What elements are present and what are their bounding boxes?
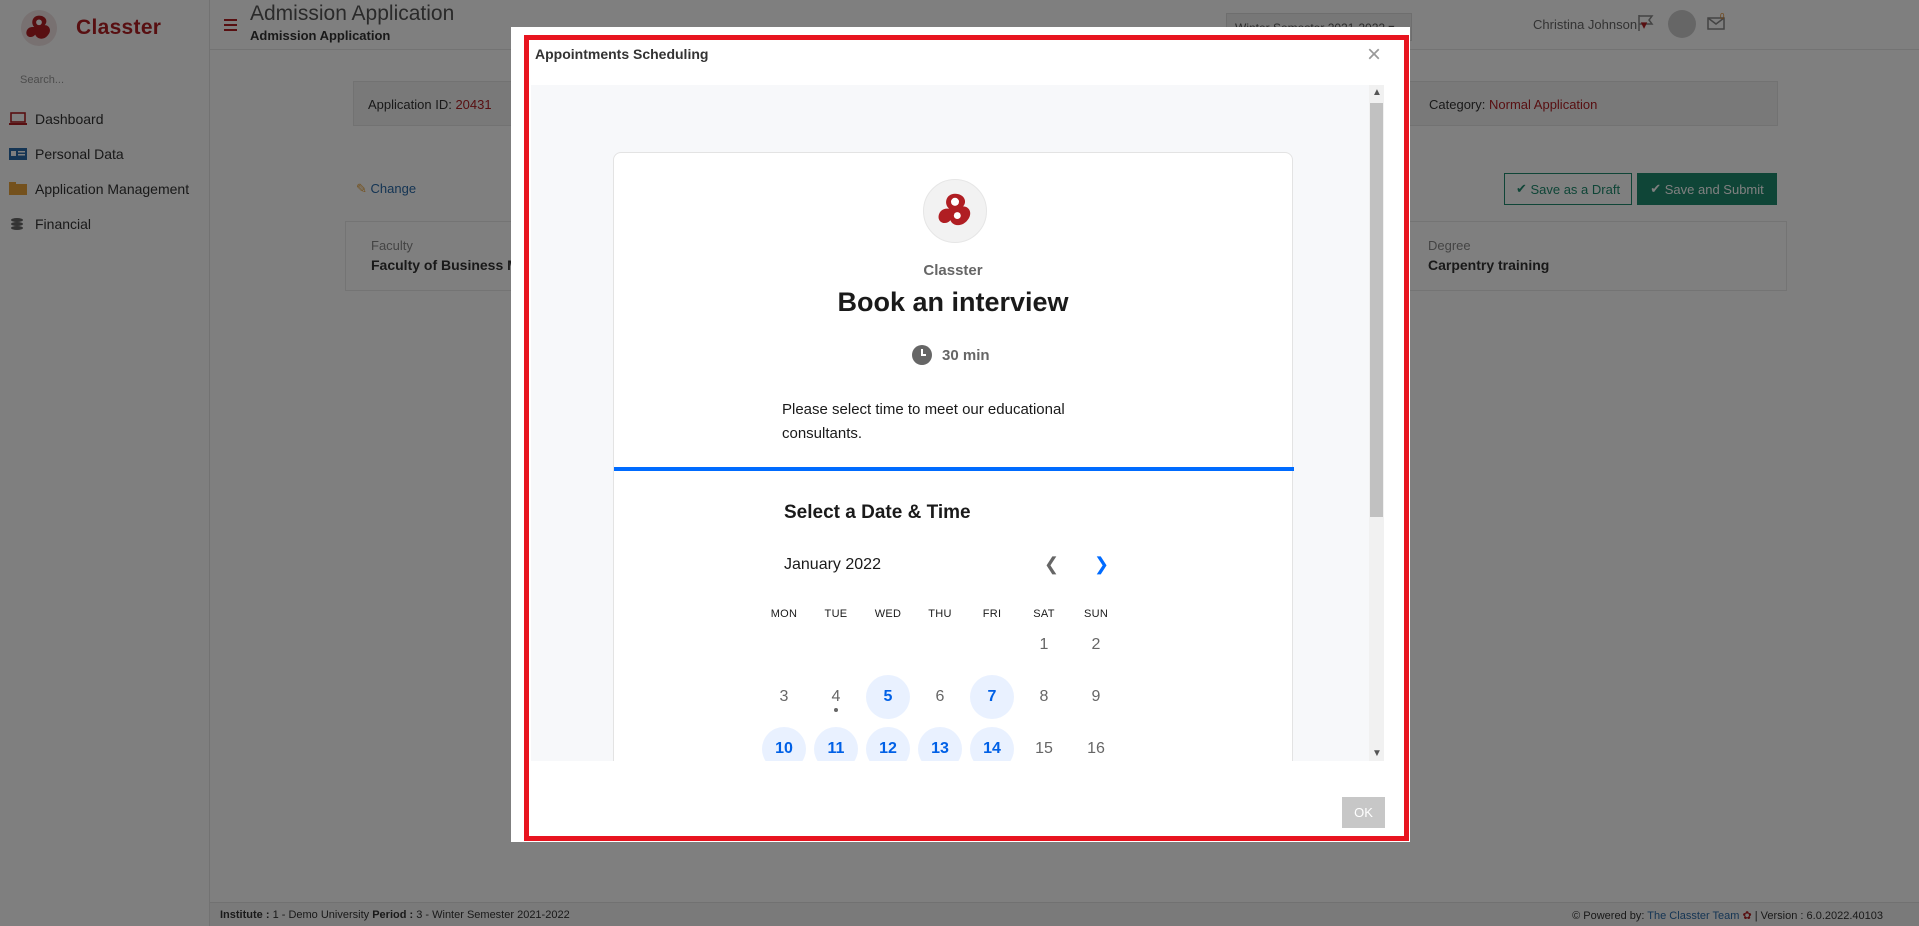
calendar-month: January 2022 <box>784 556 881 573</box>
event-description: Please select time to meet our education… <box>782 401 1065 442</box>
weekday-label: SUN <box>1083 608 1109 620</box>
calendar-day-available[interactable]: 13 <box>918 727 962 761</box>
close-icon[interactable]: × <box>1367 43 1381 67</box>
previous-month-icon[interactable]: ❮ <box>1044 554 1059 575</box>
calendar-day: 6 <box>935 688 945 705</box>
scrollbar-thumb[interactable] <box>1370 103 1383 517</box>
next-month-icon[interactable]: ❯ <box>1094 554 1109 575</box>
ok-button[interactable]: OK <box>1342 797 1385 828</box>
calendar-day-available[interactable]: 5 <box>866 675 910 719</box>
calendar-day-available[interactable]: 11 <box>814 727 858 761</box>
calendar-day: 8 <box>1039 688 1049 705</box>
weekday-label: SAT <box>1033 608 1055 620</box>
classter-logo-icon <box>938 193 971 226</box>
scroll-down-icon[interactable]: ▼ <box>1372 748 1382 759</box>
frame-scrollbar[interactable]: ▲ ▼ <box>1369 85 1384 761</box>
booking-card: Classter Book an interview 30 min Please… <box>613 152 1294 761</box>
duration-text: 30 min <box>942 346 990 364</box>
clock-icon <box>912 345 932 365</box>
organizer-avatar <box>923 179 987 243</box>
scroll-up-icon[interactable]: ▲ <box>1372 87 1382 98</box>
weekday-label: MON <box>770 608 798 620</box>
weekday-label: THU <box>928 608 952 620</box>
scheduling-frame[interactable]: Classter Book an interview 30 min Please… <box>531 85 1369 761</box>
calendar-day-available[interactable]: 7 <box>970 675 1014 719</box>
date-time-heading: Select a Date & Time <box>784 502 971 523</box>
weekday-label: FRI <box>982 608 1002 620</box>
calendar-day-available[interactable]: 12 <box>866 727 910 761</box>
calendar-day-available[interactable]: 14 <box>970 727 1014 761</box>
calendar-day: 3 <box>779 688 789 705</box>
calendar-day: 4 <box>831 688 841 705</box>
event-duration: 30 min <box>912 345 990 365</box>
organizer-name: Classter <box>923 262 983 279</box>
calendar-day: 9 <box>1091 688 1101 705</box>
calendar-day: 15 <box>1035 740 1053 757</box>
today-indicator <box>834 708 838 712</box>
calendar-day: 2 <box>1091 636 1101 653</box>
event-name: Book an interview <box>837 287 1069 317</box>
weekday-label: TUE <box>824 608 848 620</box>
section-divider <box>614 467 1294 471</box>
calendar-day: 1 <box>1039 636 1049 653</box>
weekday-label: WED <box>874 608 902 620</box>
calendar-day-available[interactable]: 10 <box>762 727 806 761</box>
modal-title: Appointments Scheduling <box>535 46 709 62</box>
calendar-day: 16 <box>1087 740 1105 757</box>
